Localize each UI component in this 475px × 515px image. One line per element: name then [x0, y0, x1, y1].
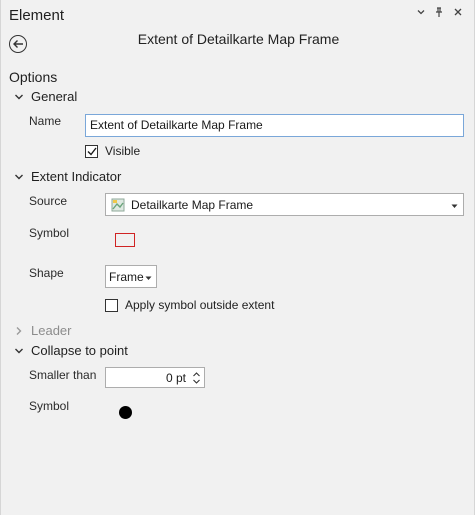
shape-label: Shape — [29, 266, 64, 280]
chevron-down-icon — [13, 91, 25, 103]
general-section-label: General — [31, 89, 78, 104]
extent-symbol-swatch[interactable] — [115, 233, 135, 247]
element-pane: Element Extent of Detailkarte Map Frame … — [0, 0, 475, 515]
dropdown-arrow-icon — [145, 270, 152, 284]
element-heading: Extent of Detailkarte Map Frame — [137, 31, 340, 47]
smaller-than-stepper[interactable]: 0 pt — [105, 367, 205, 388]
point-symbol-swatch[interactable] — [119, 406, 132, 419]
leader-section-header[interactable]: Leader — [13, 323, 71, 338]
pane-title: Element — [9, 7, 65, 24]
apply-outside-checkbox[interactable] — [105, 298, 118, 312]
smaller-than-value: 0 pt — [165, 370, 186, 385]
map-frame-icon — [111, 198, 125, 212]
visible-label: Visible — [105, 144, 141, 158]
extent-indicator-section-header[interactable]: Extent Indicator — [13, 169, 121, 184]
collapse-section-header[interactable]: Collapse to point — [13, 343, 128, 358]
smaller-than-label: Smaller than — [29, 368, 97, 382]
chevron-down-icon — [13, 171, 25, 183]
chevron-right-icon — [13, 325, 25, 337]
source-dropdown[interactable]: Detailkarte Map Frame — [105, 193, 464, 216]
source-label: Source — [29, 194, 68, 208]
stepper-arrows-icon[interactable] — [190, 371, 202, 385]
extent-indicator-section-label: Extent Indicator — [31, 169, 122, 184]
visible-checkbox[interactable] — [85, 144, 98, 158]
collapse-section-label: Collapse to point — [31, 343, 128, 358]
visible-checkbox-row[interactable]: Visible — [85, 144, 140, 158]
options-label: Options — [9, 69, 58, 85]
apply-outside-label: Apply symbol outside extent — [125, 298, 275, 312]
leader-section-label: Leader — [31, 323, 72, 338]
dropdown-arrow-icon — [451, 198, 458, 212]
close-icon[interactable] — [451, 7, 465, 20]
source-value: Detailkarte Map Frame — [131, 197, 254, 212]
symbol-label: Symbol — [29, 226, 70, 240]
name-label: Name — [29, 114, 62, 128]
shape-dropdown[interactable]: Frame — [105, 265, 157, 288]
general-section-header[interactable]: General — [13, 89, 77, 104]
back-arrow-icon[interactable] — [9, 35, 27, 53]
pin-icon[interactable] — [432, 7, 446, 21]
apply-outside-row[interactable]: Apply symbol outside extent — [105, 298, 274, 312]
name-field[interactable]: Extent of Detailkarte Map Frame — [85, 114, 464, 137]
collapse-symbol-label: Symbol — [29, 399, 70, 413]
shape-value: Frame — [109, 269, 144, 284]
chevron-down-icon — [13, 345, 25, 357]
menu-icon[interactable] — [414, 7, 428, 20]
